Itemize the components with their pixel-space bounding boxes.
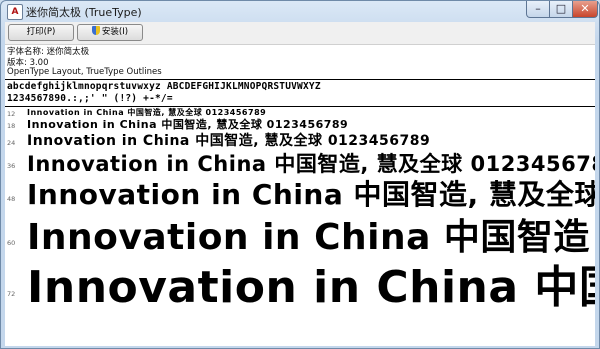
sample-size-label: 48 xyxy=(7,195,16,203)
minimize-button[interactable]: – xyxy=(526,1,550,18)
close-button[interactable]: ✕ xyxy=(573,1,598,18)
install-button[interactable]: 安装(I) xyxy=(77,24,143,41)
charset-digits-symbols: 1234567890.:,;' " (!?) +-*/= xyxy=(7,93,173,104)
toolbar: 打印(P) 安装(I) xyxy=(5,22,595,45)
outline-info: OpenType Layout, TrueType Outlines xyxy=(7,67,162,77)
shield-icon xyxy=(91,26,100,35)
install-button-label: 安装(I) xyxy=(101,27,129,37)
sample-size-label: 12 xyxy=(7,110,16,118)
sample-line: Innovation in China 中国智造, 慧及全球 012345678… xyxy=(27,133,431,149)
sample-line: Innovation in China 中国 xyxy=(27,262,595,313)
sample-size-label: 72 xyxy=(7,290,16,298)
window-title: 迷你简太极 (TrueType) xyxy=(26,6,142,19)
font-file-icon: A xyxy=(7,4,23,20)
maximize-button[interactable]: □ xyxy=(550,1,573,18)
print-button[interactable]: 打印(P) xyxy=(8,24,74,41)
font-preview-pane[interactable]: 字体名称: 迷你简太极 版本: 3.00 OpenType Layout, Tr… xyxy=(5,45,595,346)
sample-line: Innovation in China 中国智造, 慧及全球 xyxy=(27,178,595,211)
sample-size-label: 18 xyxy=(7,122,16,130)
print-button-label: 打印(P) xyxy=(26,27,56,37)
charset-letters: abcdefghijklmnopqrstuvwxyz ABCDEFGHIJKLM… xyxy=(7,81,321,92)
sample-size-label: 36 xyxy=(7,162,16,170)
sample-size-label: 60 xyxy=(7,239,16,247)
sample-size-label: 24 xyxy=(7,139,16,147)
font-viewer-window: A 迷你简太极 (TrueType) – □ ✕ 打印(P) 安装(I) 字体名… xyxy=(0,0,600,349)
divider xyxy=(5,79,595,80)
title-bar[interactable]: A 迷你简太极 (TrueType) – □ ✕ xyxy=(1,1,599,21)
